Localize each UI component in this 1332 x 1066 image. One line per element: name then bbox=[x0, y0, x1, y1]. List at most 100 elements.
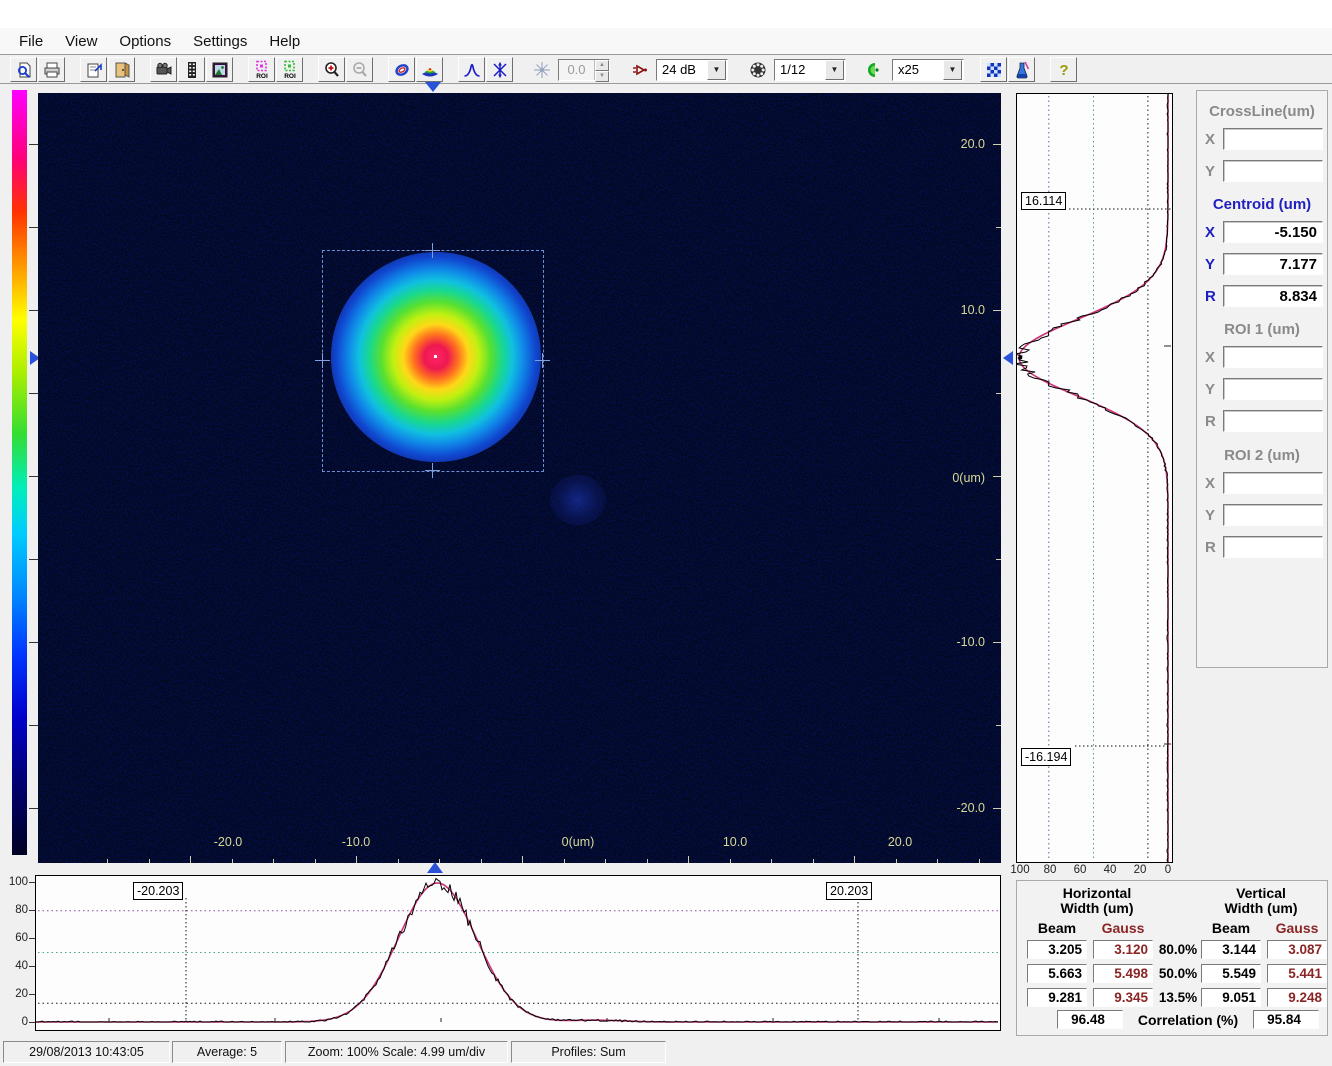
properties-icon[interactable] bbox=[80, 57, 107, 82]
status-profiles-text: Profiles: Sum bbox=[551, 1045, 626, 1059]
hprofile-scale-label: 0 bbox=[21, 1016, 28, 1028]
x-axis-label: 20.0 bbox=[887, 835, 913, 849]
roi-handle-right[interactable] bbox=[535, 353, 550, 368]
roi2-y-label: Y bbox=[1205, 506, 1216, 524]
surface-3d-icon[interactable] bbox=[416, 57, 443, 82]
h-gauss-80: 3.120 bbox=[1093, 940, 1153, 959]
gain-dropdown-arrow[interactable]: ▼ bbox=[707, 59, 726, 80]
vertical-extent-bottom: -16.194 bbox=[1021, 748, 1072, 766]
gauss-fit-icon[interactable] bbox=[458, 57, 485, 82]
centroid-x-value: -5.150 bbox=[1223, 221, 1323, 243]
magnification-dropdown[interactable]: x25 ▼ bbox=[892, 58, 964, 81]
mosaic-icon[interactable] bbox=[980, 57, 1007, 82]
x-axis-label: -10.0 bbox=[341, 835, 371, 849]
roi-selection-box[interactable] bbox=[315, 243, 550, 478]
vprofile-scale-label: 100 bbox=[1010, 864, 1030, 876]
y-axis-label: -10.0 bbox=[956, 635, 986, 649]
status-datetime: 29/08/2013 10:43:05 bbox=[3, 1041, 170, 1063]
menu-settings[interactable]: Settings bbox=[182, 31, 258, 52]
axis-tick bbox=[481, 859, 482, 863]
menu-file[interactable]: File bbox=[8, 31, 54, 52]
profiles-icon[interactable] bbox=[486, 57, 513, 82]
beam-image-canvas[interactable]: -20.0 -10.0 0(um) 10.0 20.0 20.0 10.0 0(… bbox=[38, 93, 1001, 863]
zoom-in-icon[interactable] bbox=[318, 57, 345, 82]
sensor-noise-overlay bbox=[38, 93, 1001, 863]
image-capture-icon[interactable] bbox=[206, 57, 233, 82]
axis-tick bbox=[273, 859, 274, 863]
h-gauss-header: Gauss bbox=[1101, 920, 1145, 936]
colorbar-tick bbox=[29, 144, 38, 145]
v-gauss-80: 3.087 bbox=[1267, 940, 1327, 959]
hprofile-axis-tick bbox=[29, 1022, 35, 1023]
menu-options[interactable]: Options bbox=[108, 31, 182, 52]
axis-tick bbox=[730, 859, 731, 863]
vertical-profile-peak-marker[interactable] bbox=[1003, 351, 1013, 365]
shutter-dropdown[interactable]: 1/12 ▼ bbox=[774, 58, 846, 81]
calibration-flask-icon[interactable] bbox=[1008, 57, 1035, 82]
axis-tick bbox=[937, 859, 938, 863]
hprofile-axis-tick bbox=[29, 910, 35, 911]
vertical-width-subtitle: Width (um) bbox=[1224, 900, 1298, 916]
status-profiles: Profiles: Sum bbox=[511, 1041, 666, 1063]
x-axis-label: 10.0 bbox=[722, 835, 748, 849]
status-average-text: Average: 5 bbox=[196, 1045, 258, 1059]
colorbar-tick bbox=[29, 808, 38, 809]
axis-tick bbox=[993, 476, 1001, 477]
help-icon[interactable]: ? bbox=[1050, 57, 1077, 82]
horizontal-position-marker[interactable] bbox=[425, 82, 441, 92]
focus-spinner[interactable]: 0.0 ▲ ▼ bbox=[558, 58, 610, 82]
axis-tick bbox=[993, 642, 1001, 643]
axis-tick bbox=[996, 725, 1001, 726]
colorbar-tick bbox=[29, 476, 38, 477]
gain-dropdown[interactable]: 24 dB ▼ bbox=[656, 58, 728, 81]
print-icon[interactable] bbox=[38, 57, 65, 82]
sun-marker-icon bbox=[528, 57, 555, 82]
status-datetime-text: 29/08/2013 10:43:05 bbox=[29, 1045, 144, 1059]
roi1-x-label: X bbox=[1205, 348, 1216, 366]
axis-tick bbox=[688, 856, 689, 863]
axis-tick bbox=[996, 559, 1001, 560]
title-strip bbox=[0, 0, 1332, 28]
roi-handle-left[interactable] bbox=[315, 353, 330, 368]
centroid-r-value: 8.834 bbox=[1223, 285, 1323, 307]
axis-tick bbox=[996, 227, 1001, 228]
menu-help[interactable]: Help bbox=[258, 31, 311, 52]
h-gauss-135: 9.345 bbox=[1093, 988, 1153, 1007]
film-strip-icon[interactable] bbox=[178, 57, 205, 82]
y-axis-label: 10.0 bbox=[960, 303, 985, 317]
v-gauss-50: 5.441 bbox=[1267, 964, 1327, 983]
svg-text:ROI: ROI bbox=[256, 73, 268, 80]
ellipse-fit-icon[interactable] bbox=[388, 57, 415, 82]
open-file-icon[interactable] bbox=[10, 57, 37, 82]
y-axis-label: -20.0 bbox=[956, 801, 986, 815]
crossline-y-label: Y bbox=[1205, 162, 1216, 180]
h-gauss-50: 5.498 bbox=[1093, 964, 1153, 983]
intensity-colorbar bbox=[12, 90, 27, 855]
crossline-y-value bbox=[1223, 160, 1323, 182]
vprofile-scale-label: 20 bbox=[1133, 864, 1147, 876]
width-results-table: Horizontal Width (um) Vertical Width (um) … bbox=[1016, 880, 1328, 1036]
roi2-icon[interactable]: ROI bbox=[276, 57, 303, 82]
roi1-icon[interactable]: ROI bbox=[248, 57, 275, 82]
centroid-y-value: 7.177 bbox=[1223, 253, 1323, 275]
svg-text:ROI: ROI bbox=[284, 73, 296, 80]
x-axis-label: -20.0 bbox=[213, 835, 243, 849]
menu-bar: File View Options Settings Help bbox=[0, 28, 1332, 55]
exit-icon[interactable] bbox=[108, 57, 135, 82]
roi2-r-value bbox=[1223, 536, 1323, 558]
roi2-x-value bbox=[1223, 472, 1323, 494]
colorbar-tick bbox=[29, 393, 38, 394]
clip-80: 80.0% bbox=[1158, 942, 1198, 957]
hprofile-axis-tick bbox=[29, 994, 35, 995]
shutter-dropdown-arrow[interactable]: ▼ bbox=[825, 59, 844, 80]
camera-icon[interactable] bbox=[150, 57, 177, 82]
shutter-wheel-icon bbox=[744, 57, 771, 82]
magnification-dropdown-arrow[interactable]: ▼ bbox=[943, 59, 962, 80]
roi-handle-top[interactable] bbox=[425, 243, 440, 258]
hprofile-axis-tick bbox=[29, 938, 35, 939]
roi-handle-bottom[interactable] bbox=[425, 463, 440, 478]
focus-spinner-arrows[interactable]: ▲ ▼ bbox=[594, 59, 609, 82]
axis-tick bbox=[996, 393, 1001, 394]
menu-view[interactable]: View bbox=[54, 31, 108, 52]
horizontal-profile-peak-marker[interactable] bbox=[427, 862, 443, 873]
